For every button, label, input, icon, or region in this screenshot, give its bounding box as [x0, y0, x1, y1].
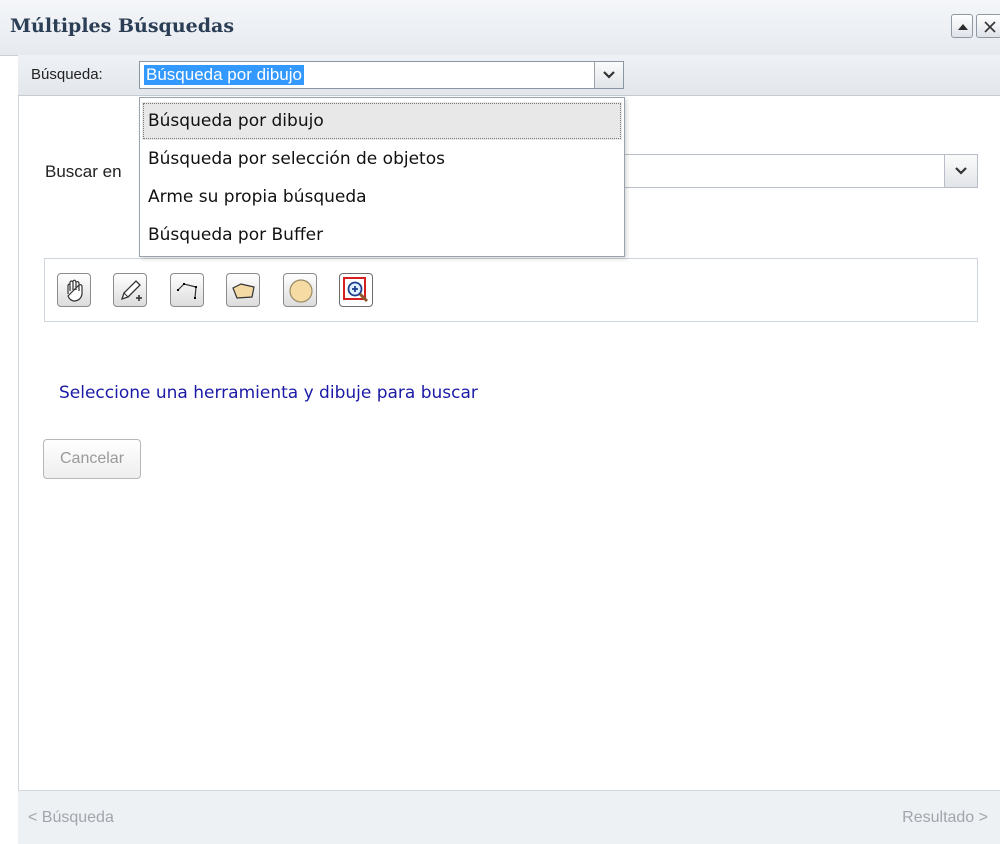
draw-polygon-tool-button[interactable] — [226, 273, 260, 307]
zoom-in-tool-button[interactable] — [339, 273, 373, 307]
draw-line-tool-button[interactable] — [170, 273, 204, 307]
wizard-navigation: < Búsqueda Resultado > — [18, 790, 1000, 844]
option-search-by-object-selection[interactable]: Búsqueda por selección de objetos — [142, 140, 622, 178]
layer-select[interactable] — [619, 154, 978, 188]
window-title: Múltiples Búsquedas — [10, 15, 235, 37]
chevron-up-icon — [958, 24, 968, 30]
search-type-selected-value: Búsqueda por dibujo — [144, 65, 304, 85]
search-type-options-list: Búsqueda por dibujo Búsqueda por selecci… — [139, 97, 625, 257]
search-in-label: Buscar en — [45, 162, 122, 181]
chevron-down-icon — [955, 167, 967, 175]
option-build-own-search[interactable]: Arme su propia búsqueda — [142, 178, 622, 216]
next-step-link[interactable]: Resultado > — [902, 809, 988, 827]
close-icon — [984, 21, 996, 33]
search-type-row: Búsqueda: Búsqueda por dibujo — [18, 55, 1000, 96]
pencil-add-icon — [120, 280, 142, 301]
option-search-by-buffer[interactable]: Búsqueda por Buffer — [142, 216, 622, 254]
collapse-button[interactable] — [951, 14, 973, 38]
title-bar: Múltiples Búsquedas — [0, 0, 1000, 56]
pan-tool-button[interactable] — [57, 273, 91, 307]
instruction-text: Seleccione una herramienta y dibuje para… — [59, 383, 478, 403]
polyline-icon — [177, 283, 197, 299]
chevron-down-icon — [603, 71, 615, 79]
search-type-select[interactable]: Búsqueda por dibujo — [139, 61, 624, 89]
draw-point-tool-button[interactable] — [113, 273, 147, 307]
previous-step-link[interactable]: < Búsqueda — [28, 809, 114, 827]
option-search-by-drawing[interactable]: Búsqueda por dibujo — [142, 102, 622, 140]
search-type-dropdown-toggle[interactable] — [594, 62, 623, 88]
circle-icon — [289, 279, 313, 303]
drawing-toolbar — [44, 258, 978, 322]
draw-circle-tool-button[interactable] — [283, 273, 317, 307]
layer-dropdown-toggle[interactable] — [944, 155, 977, 187]
search-type-label: Búsqueda: — [31, 66, 103, 83]
pan-hand-icon — [67, 279, 83, 302]
close-button[interactable] — [976, 14, 1000, 38]
multiple-search-panel: Múltiples Búsquedas Búsqueda: Búsqueda p… — [0, 0, 1000, 844]
zoom-in-icon — [343, 277, 369, 303]
polygon-icon — [232, 283, 255, 299]
cancel-button[interactable]: Cancelar — [43, 439, 141, 479]
